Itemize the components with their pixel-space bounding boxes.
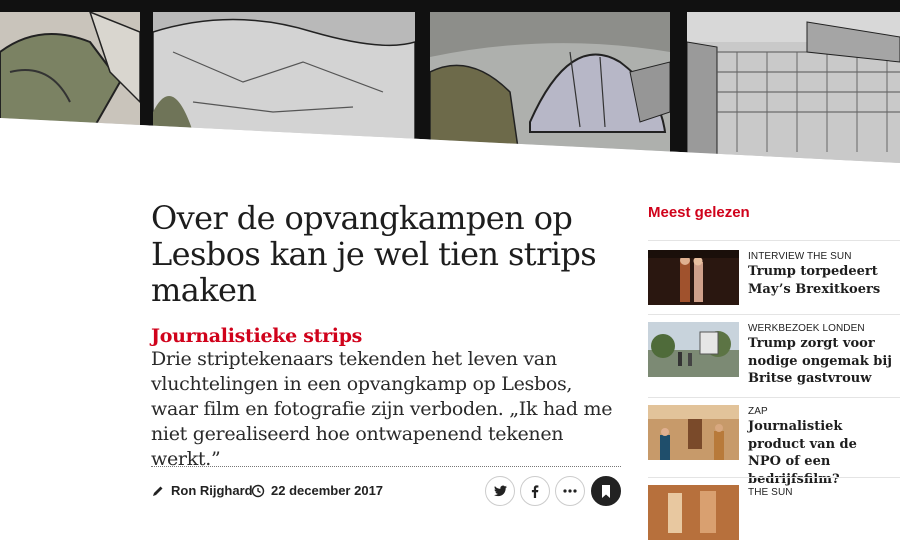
bookmark-icon [602,484,610,498]
most-read-item[interactable]: Interview The Sun Trump torpedeert May’s… [648,240,900,305]
bookmark-button[interactable] [591,476,621,506]
article-intro: Drie striptekenaars tekenden het leven v… [151,348,613,470]
facebook-share-button[interactable] [520,476,550,506]
author-name[interactable]: Ron Rijghard [171,483,253,498]
comic-panel [687,12,900,163]
author-byline[interactable]: Ron Rijghard [151,483,253,498]
article-meta: Ron Rijghard 22 december 2017 [151,476,623,506]
most-read-title: Meest gelezen [648,204,750,221]
twitter-icon [493,485,507,497]
most-read-item[interactable]: Werkbezoek Londen Trump zorgt voor nodig… [648,314,900,386]
article-thumbnail[interactable] [648,322,739,377]
item-label: Interview The Sun [748,251,852,262]
most-read-item[interactable]: ZAP Journalistiek product van de NPO of … [648,397,900,487]
article-thumbnail[interactable] [648,250,739,305]
clock-icon [251,484,265,497]
publish-date: 22 december 2017 [251,483,383,498]
more-options-button[interactable] [555,476,585,506]
more-icon [563,489,577,493]
most-read-item[interactable]: The Sun [648,477,900,540]
item-title[interactable]: Trump torpedeert May’s Brexitkoers [748,263,893,298]
article-kicker[interactable]: Journalistieke strips [151,325,623,347]
facebook-icon [531,484,539,498]
item-title[interactable]: Trump zorgt voor nodige ongemak bij Brit… [748,335,893,388]
item-label: Werkbezoek Londen [748,323,865,334]
date-text: 22 december 2017 [271,483,384,498]
twitter-share-button[interactable] [485,476,515,506]
most-read-sidebar: Meest gelezen Interview The Sun Trump to… [648,200,900,540]
meta-divider [151,466,621,467]
item-label: The Sun [748,487,793,498]
article-thumbnail[interactable] [648,485,739,540]
item-label: ZAP [748,406,768,417]
article-header: Over de opvangkampen op Lesbos kan je we… [151,200,623,472]
article-headline: Over de opvangkampen op Lesbos kan je we… [151,199,597,309]
pencil-icon [153,486,163,496]
article-thumbnail[interactable] [648,405,739,460]
